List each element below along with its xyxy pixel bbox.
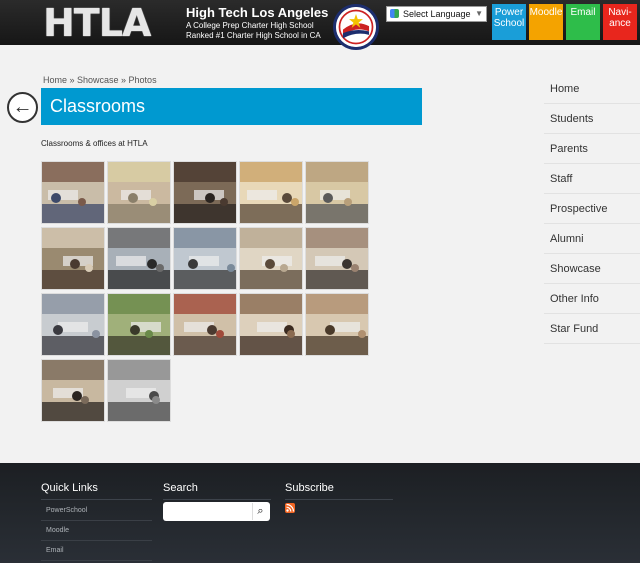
gallery-thumbnail[interactable] xyxy=(41,293,105,356)
nav-item-parents[interactable]: Parents xyxy=(544,134,640,164)
gallery-thumbnail[interactable] xyxy=(173,161,237,224)
chevron-down-icon: ▼ xyxy=(475,9,483,18)
gallery-thumbnail[interactable] xyxy=(107,161,171,224)
email-button[interactable]: Email xyxy=(566,4,600,40)
school-name: High Tech Los Angeles xyxy=(186,5,329,20)
rss-icon[interactable] xyxy=(285,503,295,513)
subscribe-heading: Subscribe xyxy=(285,482,334,494)
language-select[interactable]: Select Language ▼ xyxy=(386,6,487,22)
site-header: HTLA High Tech Los Angeles A College Pre… xyxy=(0,0,640,45)
site-footer: Quick Links PowerSchool Moodle Email Sea… xyxy=(0,463,640,563)
subscribe-divider xyxy=(285,499,393,500)
gallery-thumbnail[interactable] xyxy=(173,293,237,356)
htla-logo[interactable]: HTLA xyxy=(43,4,151,42)
gallery-thumbnail[interactable] xyxy=(239,293,303,356)
moodle-button[interactable]: Moodle xyxy=(529,4,563,40)
gallery-thumbnail[interactable] xyxy=(239,161,303,224)
page-title: Classrooms xyxy=(41,88,422,125)
gallery-thumbnail[interactable] xyxy=(41,227,105,290)
gallery-thumbnail[interactable] xyxy=(107,227,171,290)
language-select-label: Select Language xyxy=(403,9,471,19)
tagline-line-2: Ranked #1 Charter High School in CA xyxy=(186,31,321,40)
tagline-line-1: A College Prep Charter High School xyxy=(186,21,314,30)
nav-item-alumni[interactable]: Alumni xyxy=(544,224,640,254)
gallery-thumbnail[interactable] xyxy=(305,161,369,224)
search-heading: Search xyxy=(163,482,198,494)
search-box: ⌕ xyxy=(163,502,270,521)
nav-item-students[interactable]: Students xyxy=(544,104,640,134)
gallery-thumbnail[interactable] xyxy=(107,359,171,422)
quick-links-divider xyxy=(41,499,152,500)
quick-link-powerschool[interactable]: PowerSchool xyxy=(41,501,152,521)
gallery-thumbnail[interactable] xyxy=(107,293,171,356)
nav-item-prospective[interactable]: Prospective xyxy=(544,194,640,224)
search-divider xyxy=(163,499,271,500)
gallery-thumbnail[interactable] xyxy=(41,161,105,224)
nav-item-home[interactable]: Home xyxy=(544,74,640,104)
gallery-thumbnail[interactable] xyxy=(305,227,369,290)
search-icon[interactable]: ⌕ xyxy=(252,503,268,520)
nav-item-showcase[interactable]: Showcase xyxy=(544,254,640,284)
breadcrumb[interactable]: Home » Showcase » Photos xyxy=(43,75,157,85)
nav-item-other-info[interactable]: Other Info xyxy=(544,284,640,314)
gallery-thumbnail[interactable] xyxy=(173,227,237,290)
side-navigation: Home Students Parents Staff Prospective … xyxy=(544,74,640,344)
back-arrow-icon[interactable]: ← xyxy=(7,92,38,123)
powerschool-button[interactable]: Power School xyxy=(492,4,526,40)
school-seal-icon xyxy=(333,4,379,50)
nav-item-staff[interactable]: Staff xyxy=(544,164,640,194)
gallery-description: Classrooms & offices at HTLA xyxy=(41,139,148,148)
search-input[interactable] xyxy=(165,504,249,519)
gallery-thumbnail[interactable] xyxy=(239,227,303,290)
quick-links-heading: Quick Links xyxy=(41,482,98,494)
quick-link-moodle[interactable]: Moodle xyxy=(41,521,152,541)
naviance-button[interactable]: Navi-ance xyxy=(603,4,637,40)
google-translate-icon xyxy=(390,9,399,18)
quick-link-email[interactable]: Email xyxy=(41,541,152,561)
nav-item-star-fund[interactable]: Star Fund xyxy=(544,314,640,344)
school-tagline: High Tech Los Angeles A College Prep Cha… xyxy=(186,5,328,41)
gallery-thumbnail[interactable] xyxy=(305,293,369,356)
gallery-thumbnail[interactable] xyxy=(41,359,105,422)
